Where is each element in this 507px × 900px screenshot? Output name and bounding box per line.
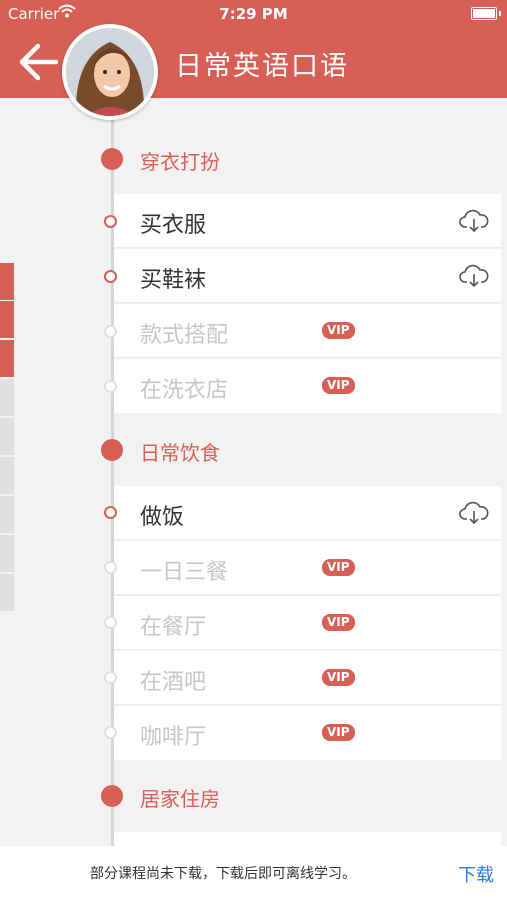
lesson-item[interactable]: 款式搭配 VIP <box>114 304 501 358</box>
vip-badge: VIP <box>322 322 355 339</box>
status-time: 7:29 PM <box>219 5 288 23</box>
download-banner: 部分课程尚未下载，下载后即可离线学习。 下载 <box>0 846 507 900</box>
cloud-download-icon[interactable] <box>459 500 489 526</box>
download-button[interactable]: 下载 <box>458 861 494 887</box>
timeline-node <box>104 616 117 629</box>
section-header: 居家住房 <box>0 771 507 821</box>
lesson-item[interactable]: 一日三餐 VIP <box>114 541 501 595</box>
lesson-item[interactable]: 在酒吧 VIP <box>114 651 501 705</box>
side-strip <box>0 574 14 611</box>
lesson-label: 咖啡厅 <box>140 725 207 750</box>
avatar[interactable] <box>62 24 158 120</box>
lesson-label: 款式搭配 <box>140 323 229 348</box>
lesson-item[interactable] <box>114 832 501 846</box>
section-title: 穿衣打扮 <box>140 150 220 174</box>
side-strip <box>0 301 14 338</box>
lesson-label: 一日三餐 <box>140 560 229 585</box>
page-title: 日常英语口语 <box>175 51 349 82</box>
side-strip <box>0 340 14 377</box>
back-button[interactable] <box>18 42 58 82</box>
lesson-item[interactable]: 买鞋袜 <box>114 249 501 303</box>
side-strip <box>0 496 14 533</box>
section-title: 日常饮食 <box>140 441 220 465</box>
lesson-item[interactable]: 在餐厅 VIP <box>114 596 501 650</box>
lesson-label: 买鞋袜 <box>140 268 207 293</box>
section-dot <box>101 785 123 807</box>
vip-badge: VIP <box>322 559 355 576</box>
lesson-item[interactable]: 咖啡厅 VIP <box>114 706 501 760</box>
section-header: 穿衣打扮 <box>0 134 507 184</box>
lesson-item[interactable]: 买衣服 <box>114 194 501 248</box>
vip-badge: VIP <box>322 669 355 686</box>
section-dot <box>101 439 123 461</box>
timeline-node <box>104 671 117 684</box>
side-strip <box>0 535 14 572</box>
section-header: 日常饮食 <box>0 425 507 475</box>
side-strip <box>0 263 14 300</box>
timeline-node <box>104 270 117 283</box>
section-dot <box>101 148 123 170</box>
section-title: 居家住房 <box>140 787 220 811</box>
timeline-node <box>104 561 117 574</box>
vip-badge: VIP <box>322 377 355 394</box>
vip-badge: VIP <box>322 614 355 631</box>
lesson-label: 做饭 <box>140 505 185 530</box>
battery-icon <box>471 7 501 20</box>
lesson-label: 在洗衣店 <box>140 378 229 403</box>
timeline-node <box>104 325 117 338</box>
timeline-node <box>104 215 117 228</box>
lesson-label: 买衣服 <box>140 213 207 238</box>
vip-badge: VIP <box>322 724 355 741</box>
side-strip <box>0 379 14 416</box>
status-bar: Carrier 7:29 PM <box>0 0 507 28</box>
timeline-node <box>104 726 117 739</box>
cloud-download-icon[interactable] <box>459 208 489 234</box>
cloud-download-icon[interactable] <box>459 263 489 289</box>
lesson-label: 在餐厅 <box>140 615 207 640</box>
offline-notice: 部分课程尚未下载，下载后即可离线学习。 <box>90 866 356 882</box>
lesson-item[interactable]: 做饭 <box>114 486 501 540</box>
lesson-item[interactable]: 在洗衣店 VIP <box>114 359 501 413</box>
timeline-node <box>104 506 117 519</box>
timeline-node <box>104 380 117 393</box>
lesson-label: 在酒吧 <box>140 670 207 695</box>
